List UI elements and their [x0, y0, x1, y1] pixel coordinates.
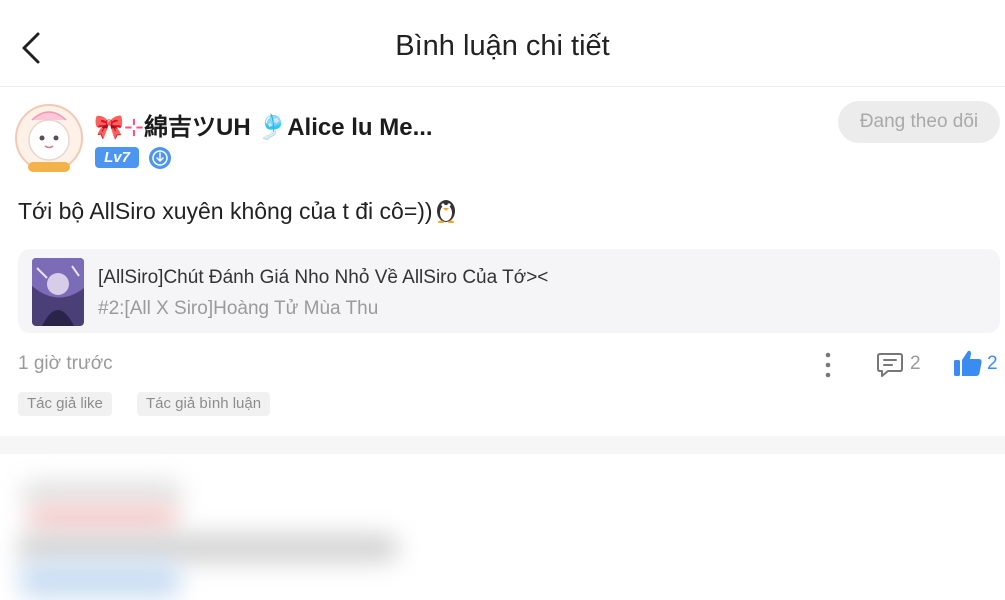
- story-chapter: #2:[All X Siro]Hoàng Tử Mùa Thu: [98, 298, 379, 319]
- like-count: 2: [987, 353, 998, 374]
- referenced-story-card[interactable]: [AllSiro]Chút Đánh Giá Nho Nhỏ Về AllSir…: [18, 249, 1000, 333]
- story-title: [AllSiro]Chút Đánh Giá Nho Nhỏ Về AllSir…: [98, 267, 549, 288]
- blurred-reply-area: [0, 454, 1005, 600]
- comment-icon: [877, 353, 903, 377]
- blurred-placeholder: [28, 506, 178, 532]
- comment-text: Tới bộ AllSiro xuyên không của t đi cô=)…: [18, 197, 457, 229]
- avatar[interactable]: [14, 98, 84, 178]
- thumbs-up-icon: [954, 350, 982, 376]
- tag-author-liked: Tác giả like: [18, 392, 112, 416]
- comment-count: 2: [910, 353, 921, 374]
- follow-button[interactable]: Đang theo dõi: [838, 101, 1000, 143]
- username[interactable]: 🎀⊹綿吉ツUH 🎐Alice lu Me...: [94, 107, 433, 142]
- timestamp: 1 giờ trước: [18, 353, 113, 374]
- verified-badge-icon: [148, 146, 172, 170]
- more-vertical-icon[interactable]: [818, 350, 838, 380]
- story-cover-image: [32, 258, 84, 326]
- top-bar: Bình luận chi tiết: [0, 0, 1005, 87]
- level-badge: Lv7: [95, 147, 139, 168]
- username-prefix: 🎀⊹: [94, 114, 144, 141]
- tag-author-commented: Tác giả bình luận: [137, 392, 271, 416]
- username-text: 綿吉ツUH 🎐Alice lu Me...: [144, 114, 433, 141]
- blurred-placeholder: [18, 534, 398, 562]
- page-title: Bình luận chi tiết: [395, 30, 610, 62]
- section-divider: [0, 436, 1005, 454]
- penguin-emoji-icon: [435, 197, 457, 229]
- comment-body: Tới bộ AllSiro xuyên không của t đi cô=)…: [18, 198, 433, 224]
- blurred-placeholder: [20, 562, 180, 598]
